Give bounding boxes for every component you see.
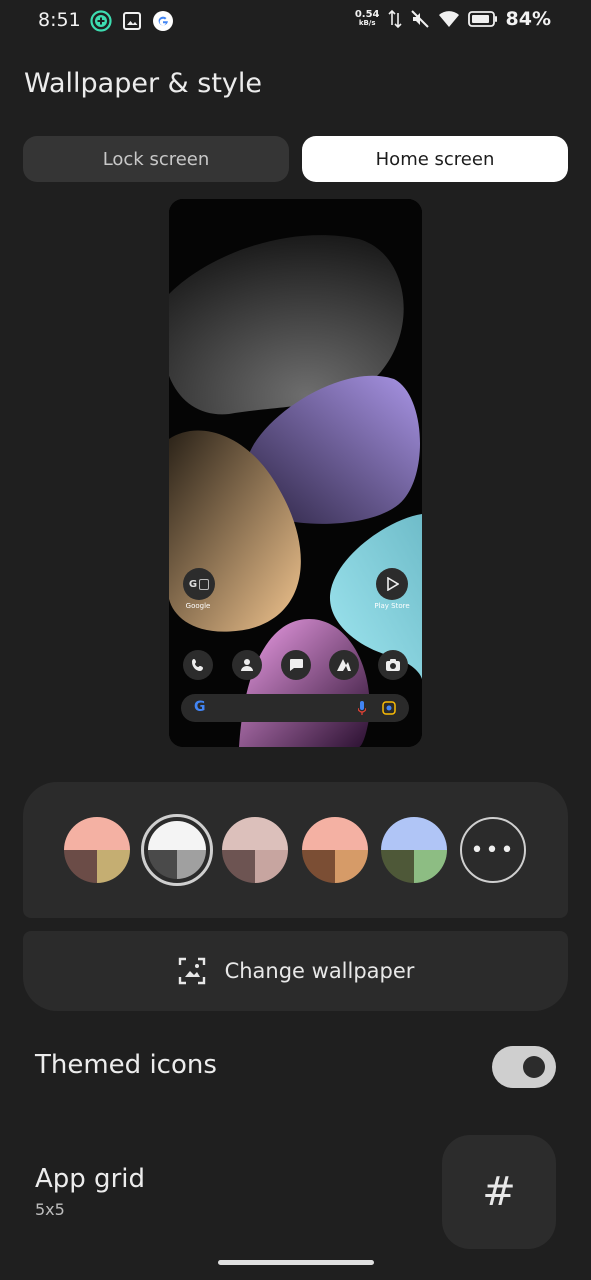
- tab-home-screen[interactable]: Home screen: [302, 136, 568, 182]
- battery-icon: [467, 11, 497, 27]
- toggle-knob: [523, 1056, 545, 1078]
- swatch-top: [222, 817, 288, 850]
- swatch-top: [302, 817, 368, 850]
- themed-icons-label: Themed icons: [35, 1050, 217, 1080]
- gesture-nav-bar[interactable]: [218, 1260, 374, 1265]
- color-swatch-1[interactable]: [64, 817, 130, 883]
- phone-icon: [183, 650, 213, 680]
- app-grid-label: App grid: [35, 1164, 145, 1194]
- app-grid-value: 5x5: [35, 1200, 65, 1219]
- play-store-label: Play Store: [374, 602, 410, 610]
- google-folder-label: Google: [185, 602, 211, 610]
- screen-tabs: Lock screen Home screen: [23, 136, 568, 182]
- gallery-icon: [123, 12, 141, 30]
- battery-percent: 84%: [505, 8, 551, 30]
- swatch-bottom-left: [222, 850, 255, 883]
- change-wallpaper-label: Change wallpaper: [224, 959, 415, 983]
- google-icon: [153, 11, 173, 31]
- preview-dock: [183, 650, 408, 680]
- tab-lock-screen[interactable]: Lock screen: [23, 136, 289, 182]
- google-g-icon: G: [194, 699, 206, 715]
- health-app-icon: [90, 10, 112, 32]
- color-swatch-5[interactable]: [381, 817, 447, 883]
- color-swatch-3[interactable]: [222, 817, 288, 883]
- swatch-top: [148, 821, 206, 850]
- play-store-icon: [376, 568, 408, 600]
- swatch-bottom-left: [302, 850, 335, 883]
- data-arrows-icon: [387, 9, 402, 29]
- status-time: 8:51: [38, 9, 81, 31]
- app-grid-button[interactable]: #: [442, 1135, 556, 1249]
- swatch-bottom-right: [177, 850, 206, 879]
- more-colors-button[interactable]: •••: [460, 817, 526, 883]
- messages-icon: [280, 650, 311, 680]
- mic-icon: [358, 701, 366, 715]
- more-colors-label: •••: [470, 837, 516, 863]
- swatch-top: [381, 817, 447, 850]
- swatch-top: [64, 817, 130, 850]
- preview-search-bar: G: [181, 694, 409, 722]
- mute-icon: [410, 10, 429, 28]
- swatch-bottom-right: [335, 850, 368, 883]
- swatch-bottom-left: [148, 850, 177, 879]
- contacts-icon: [231, 650, 262, 680]
- wifi-icon: [438, 11, 459, 27]
- camera-icon: [378, 650, 408, 680]
- swatch-bottom-right: [255, 850, 288, 883]
- wallpaper-icon: [178, 957, 205, 985]
- swatch-bottom-right: [97, 850, 130, 883]
- app-icon: [329, 650, 360, 680]
- swatch-bottom-right: [414, 850, 447, 883]
- google-folder-icon: G: [183, 568, 215, 600]
- color-palette-card: •••: [23, 782, 568, 918]
- change-wallpaper-button[interactable]: Change wallpaper: [23, 931, 568, 1011]
- net-speed: 0.54 kB/s: [355, 10, 380, 28]
- swatch-bottom-left: [381, 850, 414, 883]
- themed-icons-toggle[interactable]: [492, 1046, 556, 1088]
- swatch-bottom-left: [64, 850, 97, 883]
- net-speed-unit: kB/s: [358, 19, 376, 27]
- lens-icon: [382, 701, 396, 715]
- color-swatch-4[interactable]: [302, 817, 368, 883]
- grid-hash-icon: #: [482, 1169, 516, 1215]
- page-title: Wallpaper & style: [24, 68, 263, 99]
- color-swatch-2[interactable]: [148, 821, 206, 879]
- status-bar: 8:51 0.54 kB/s 84%: [0, 0, 591, 44]
- home-screen-preview[interactable]: G Google Play Store G: [169, 199, 422, 747]
